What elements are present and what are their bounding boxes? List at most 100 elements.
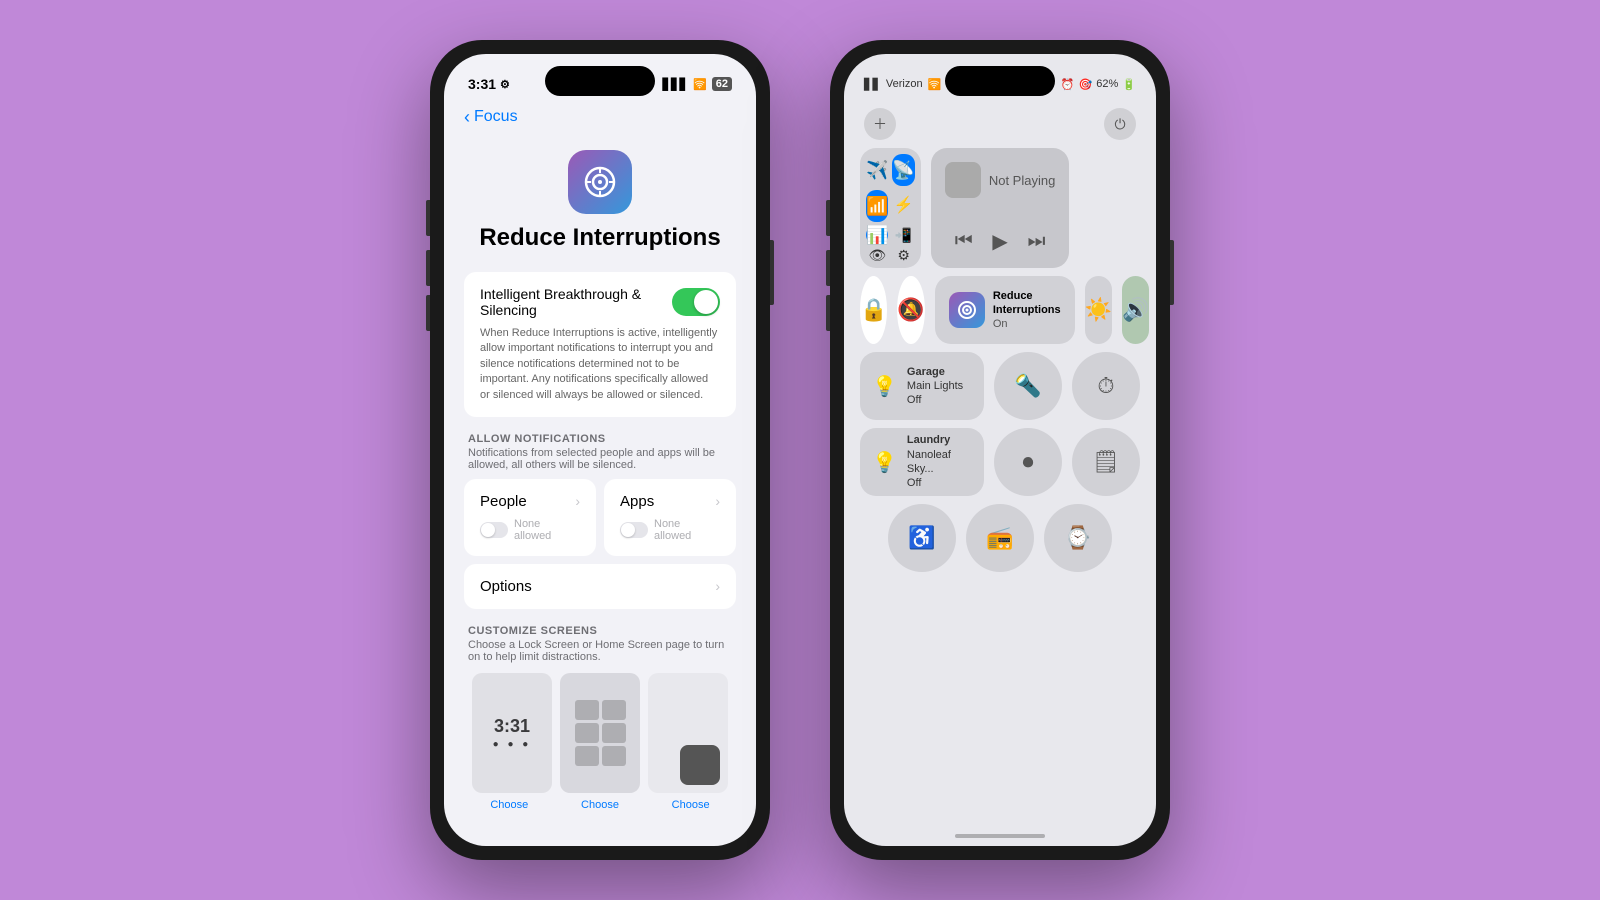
record-btn[interactable]: ⏺ [994, 428, 1062, 496]
status-time: 3:31 ⚙ [468, 76, 510, 92]
apps-chevron-icon: › [715, 493, 720, 509]
watch-preview[interactable] [648, 673, 728, 793]
wifi-status-icon: 🛜 [693, 78, 707, 91]
airdrop-icon: 📲 [895, 228, 912, 242]
right-phone: ▋▋ Verizon 🛜 ⏰ 🎯 62% 🔋 ＋ ⏻ [830, 40, 1170, 860]
laundry-lights-tile[interactable]: 💡 Laundry Nanoleaf Sky... Off [860, 428, 984, 496]
flashlight-icon: 🔦 [1014, 375, 1041, 397]
cc-header-icons: ＋ ⏻ [844, 104, 1156, 148]
allow-notifications-desc: Notifications from selected people and a… [468, 447, 732, 471]
people-sub-label: None allowed [514, 518, 580, 542]
airplane-btn[interactable]: ✈️ [866, 154, 888, 186]
volume-tile[interactable]: 🔊 [1122, 276, 1149, 344]
intelligent-toggle[interactable] [672, 288, 720, 316]
focus-tile-text: ReduceInterruptions On [993, 289, 1061, 332]
record-icon: ⏺ [1022, 451, 1033, 473]
options-chevron-icon: › [715, 578, 720, 594]
remote-btn[interactable]: 📻 [966, 504, 1034, 572]
choose-watch-btn[interactable]: Choose [672, 799, 710, 811]
more-btn[interactable]: ⚙ [892, 248, 914, 262]
bulb-icon-2: 💡 [872, 450, 897, 475]
hotspot-icon: 📡 [892, 161, 914, 179]
time-text: 3:31 [468, 76, 496, 92]
customize-header: CUSTOMIZE SCREENS [468, 625, 732, 637]
wifi-icon: 📶 [866, 197, 888, 215]
lights-row-2: 💡 Laundry Nanoleaf Sky... Off ⏺ 🗒 [844, 428, 1156, 496]
toggle-label: Intelligent Breakthrough & Silencing [480, 286, 672, 318]
bulb-icon-1: 💡 [872, 374, 897, 399]
cellular-icon: 📊 [866, 226, 888, 244]
dynamic-island-left [545, 66, 655, 96]
accessibility-btn[interactable]: ♿ [888, 504, 956, 572]
silent-btn[interactable]: 🔕 [897, 276, 924, 344]
watch-face-btn[interactable]: ⌚ [1044, 504, 1112, 572]
cc-alarm-icon: ⏰ [1061, 78, 1075, 91]
garage-lights-tile[interactable]: 💡 Garage Main Lights Off [860, 352, 984, 420]
apps-label: Apps [620, 493, 654, 510]
apps-card[interactable]: Apps › None allowed [604, 479, 736, 556]
focus-tile[interactable]: ReduceInterruptions On [935, 276, 1075, 344]
screen-previews: 3:31 ● ● ● [464, 673, 736, 793]
rewind-btn[interactable]: ⏮ [955, 230, 973, 253]
control-center-screen: ▋▋ Verizon 🛜 ⏰ 🎯 62% 🔋 ＋ ⏻ [844, 54, 1156, 846]
note-add-icon: 🗒 [1092, 451, 1120, 473]
media-title: Not Playing [989, 173, 1055, 188]
volume-icon: 🔊 [1122, 297, 1149, 323]
choose-home-btn[interactable]: Choose [581, 799, 619, 811]
cc-battery-icon: 🔋 [1122, 78, 1136, 91]
preview-time: 3:31 [494, 716, 530, 737]
people-sub: None allowed [480, 518, 580, 542]
watch-face-icon: ⌚ [1064, 527, 1091, 549]
apps-card-title: Apps › [620, 493, 720, 510]
lock-screen-preview[interactable]: 3:31 ● ● ● [472, 673, 552, 793]
brightness-tile[interactable]: ☀️ [1085, 276, 1112, 344]
options-card[interactable]: Options › [464, 564, 736, 609]
people-chevron-icon: › [575, 493, 580, 509]
airdrop-btn[interactable]: 📲 [892, 226, 914, 244]
toggle-description: When Reduce Interruptions is active, int… [480, 326, 720, 403]
forward-btn[interactable]: ⏭ [1027, 230, 1045, 253]
back-nav[interactable]: ‹ Focus [444, 104, 756, 134]
cc-plus-btn[interactable]: ＋ [864, 108, 896, 140]
flashlight-btn[interactable]: 🔦 [994, 352, 1062, 420]
people-card[interactable]: People › None allowed [464, 479, 596, 556]
grid-block-2 [602, 700, 626, 720]
hotspot-btn[interactable]: 📡 [892, 154, 914, 186]
bluetooth-btn[interactable]: ⚡ [892, 190, 914, 222]
home-screen-preview[interactable] [560, 673, 640, 793]
connectivity-tile: ✈️ 📡 📶 ⚡ 📊 📲 [860, 148, 921, 268]
settings-screen: 3:31 ⚙ ▋▋▋ 🛜 62 ‹ Focus [444, 54, 756, 846]
cellular-btn[interactable]: 📊 [866, 226, 888, 244]
more-icon: ⚙ [897, 248, 910, 262]
back-chevron-icon: ‹ [464, 108, 470, 126]
cc-carrier: Verizon [886, 78, 923, 90]
focus-cc-icon: 👁 [868, 248, 886, 262]
accessibility-icon: ♿ [908, 527, 935, 549]
note-add-btn[interactable]: 🗒 [1072, 428, 1140, 496]
cc-power-btn[interactable]: ⏻ [1104, 108, 1136, 140]
silent-icon: 🔕 [897, 299, 924, 321]
timer-btn[interactable]: ⏱ [1072, 352, 1140, 420]
back-nav-label: Focus [474, 108, 518, 126]
play-btn[interactable]: ▶ [992, 229, 1007, 254]
wifi-btn[interactable]: 📶 [866, 190, 888, 222]
privacy-icon: 🔒 [860, 299, 887, 321]
focus-cc-btn[interactable]: 👁 [866, 248, 888, 262]
screen-title: Reduce Interruptions [464, 224, 736, 252]
preview-dots: ● ● ● [493, 739, 532, 750]
media-art [945, 162, 981, 198]
home-pill [955, 834, 1045, 838]
choose-lock-btn[interactable]: Choose [490, 799, 528, 811]
settings-scroll-content: Reduce Interruptions Intelligent Breakth… [444, 134, 756, 826]
bluetooth-icon: ⚡ [894, 198, 914, 214]
garage-lights-text: Garage Main Lights Off [907, 365, 963, 408]
grid-block-3 [575, 723, 599, 743]
lights-row-1: 💡 Garage Main Lights Off 🔦 ⏱ [844, 352, 1156, 420]
cc-status-left: ▋▋ Verizon 🛜 [864, 78, 941, 91]
grid-block-5 [575, 746, 599, 766]
privacy-btn[interactable]: 🔒 [860, 276, 887, 344]
grid-block-1 [575, 700, 599, 720]
cc-wifi-icon: 🛜 [928, 78, 942, 91]
laundry-name: Laundry [907, 433, 972, 447]
cc-focus-status-icon: 🎯 [1079, 78, 1093, 91]
